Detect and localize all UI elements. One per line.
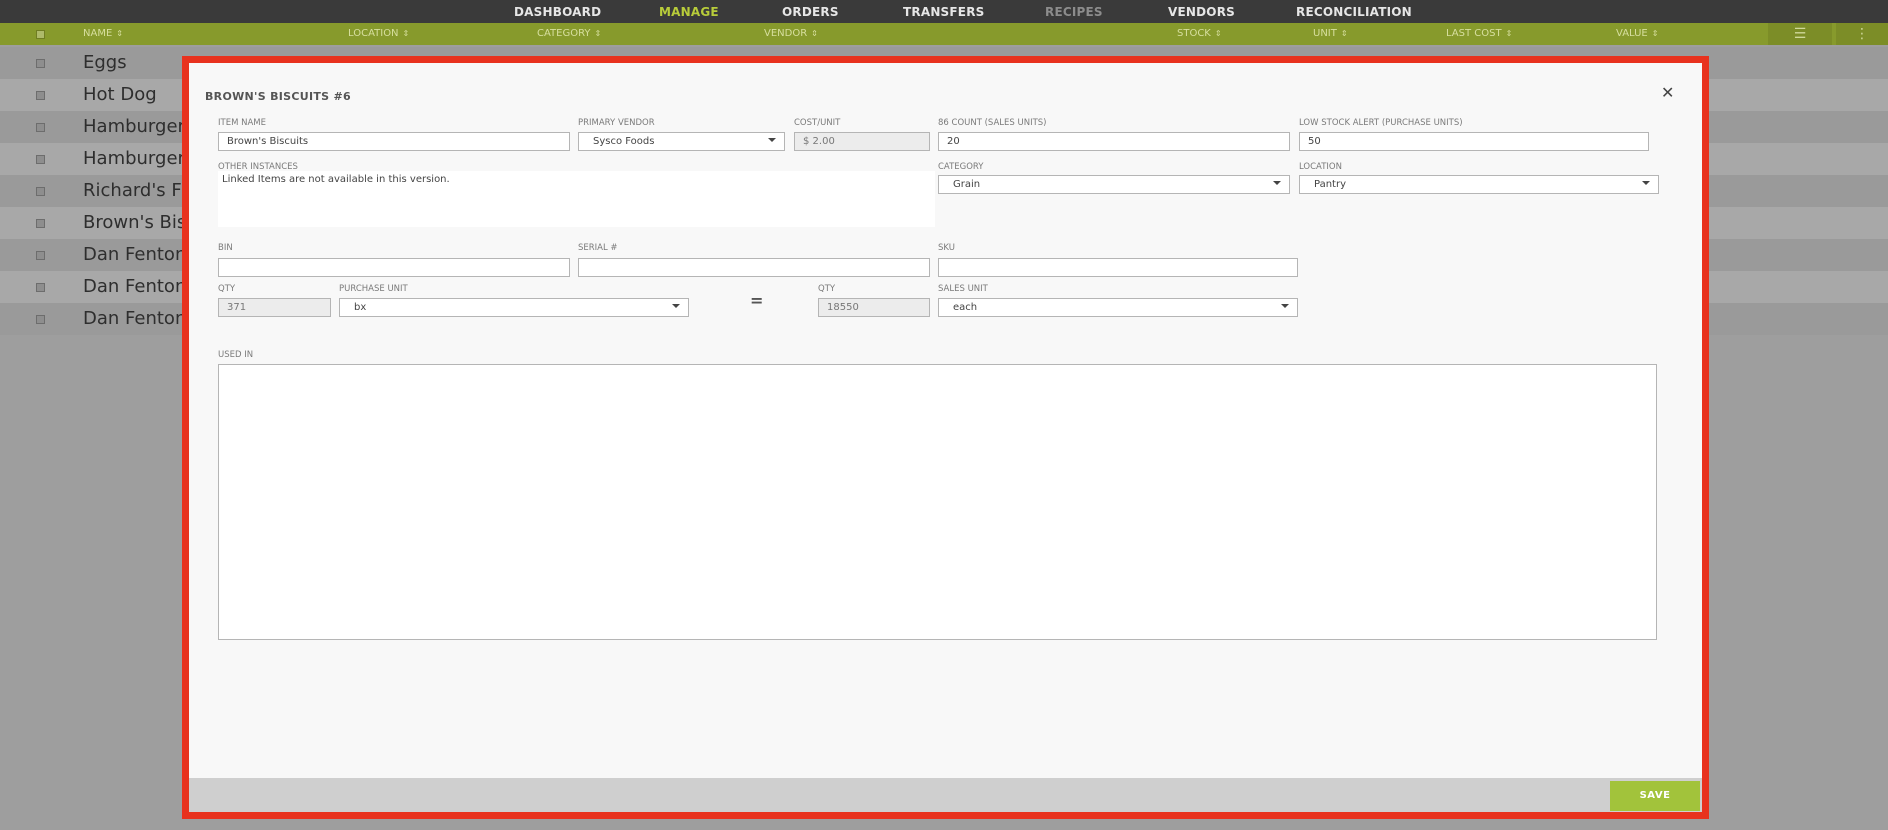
close-icon[interactable]: ✕ xyxy=(1661,83,1674,102)
item-name-input[interactable] xyxy=(218,132,570,151)
cost-unit-label: COST/UNIT xyxy=(794,118,841,128)
sort-icon: ⇕ xyxy=(1651,29,1659,38)
other-instances-box: Linked Items are not available in this v… xyxy=(218,171,935,227)
nav-dashboard[interactable]: DASHBOARD xyxy=(514,5,601,19)
row-name: Hot Dog xyxy=(83,84,157,105)
column-last-cost[interactable]: LAST COST ⇕ xyxy=(1446,28,1512,39)
cost-unit-field xyxy=(794,132,930,151)
row-name: Eggs xyxy=(83,52,127,73)
row-checkbox[interactable] xyxy=(36,123,45,132)
row-checkbox[interactable] xyxy=(36,315,45,324)
count86-input[interactable] xyxy=(938,132,1290,151)
category-select[interactable]: Grain xyxy=(938,175,1290,194)
nav-vendors[interactable]: VENDORS xyxy=(1168,5,1235,19)
purchase-unit-select[interactable]: bx xyxy=(339,298,689,317)
row-name: Dan Fenton' xyxy=(83,276,192,297)
row-checkbox[interactable] xyxy=(36,91,45,100)
column-name[interactable]: NAME ⇕ xyxy=(83,28,123,39)
nav-manage[interactable]: MANAGE xyxy=(659,5,719,19)
location-select[interactable]: Pantry xyxy=(1299,175,1659,194)
column-value[interactable]: VALUE ⇕ xyxy=(1616,28,1658,39)
primary-vendor-select[interactable]: Sysco Foods xyxy=(578,132,785,151)
sort-icon: ⇕ xyxy=(594,29,602,38)
select-all-checkbox[interactable] xyxy=(36,30,45,39)
column-category[interactable]: CATEGORY ⇕ xyxy=(537,28,601,39)
row-checkbox[interactable] xyxy=(36,187,45,196)
purchase-unit-label: PURCHASE UNIT xyxy=(339,284,408,294)
top-nav: DASHBOARD MANAGE ORDERS TRANSFERS RECIPE… xyxy=(0,0,1888,23)
equals-sign: = xyxy=(750,291,764,310)
row-checkbox[interactable] xyxy=(36,283,45,292)
more-options-icon[interactable]: ⋮ xyxy=(1836,23,1888,45)
sort-icon: ⇕ xyxy=(1214,29,1222,38)
bin-input[interactable] xyxy=(218,258,570,277)
sku-label: SKU xyxy=(938,243,955,253)
used-in-list[interactable] xyxy=(218,364,1657,640)
item-name-label: ITEM NAME xyxy=(218,118,266,128)
used-in-label: USED IN xyxy=(218,350,254,360)
nav-orders[interactable]: ORDERS xyxy=(782,5,839,19)
sort-icon: ⇕ xyxy=(402,29,410,38)
row-name: Dan Fenton' xyxy=(83,244,192,265)
row-checkbox[interactable] xyxy=(36,219,45,228)
item-detail-modal-frame: BROWN'S BISCUITS #6 ✕ ITEM NAME PRIMARY … xyxy=(182,56,1709,819)
count86-label: 86 COUNT (SALES UNITS) xyxy=(938,118,1047,128)
sort-icon: ⇕ xyxy=(811,29,818,38)
nav-transfers[interactable]: TRANSFERS xyxy=(903,5,984,19)
low-stock-label: LOW STOCK ALERT (PURCHASE UNITS) xyxy=(1299,118,1463,128)
chevron-down-icon xyxy=(672,304,680,308)
row-name: Dan Fenton' xyxy=(83,308,192,329)
sort-icon: ⇕ xyxy=(1505,29,1513,38)
row-name: Hamburger xyxy=(83,116,185,137)
sort-icon: ⇕ xyxy=(1340,29,1348,38)
column-unit[interactable]: UNIT ⇕ xyxy=(1313,28,1348,39)
row-name: Brown's Bisc xyxy=(83,212,197,233)
qty2-field xyxy=(818,298,930,317)
category-label: CATEGORY xyxy=(938,162,984,172)
modal-title: BROWN'S BISCUITS #6 xyxy=(205,90,351,103)
chevron-down-icon xyxy=(1642,181,1650,185)
nav-recipes[interactable]: RECIPES xyxy=(1045,5,1103,19)
serial-input[interactable] xyxy=(578,258,930,277)
qty-field xyxy=(218,298,331,317)
item-detail-modal: BROWN'S BISCUITS #6 ✕ ITEM NAME PRIMARY … xyxy=(189,63,1702,812)
row-name: Richard's Fin xyxy=(83,180,197,201)
qty-label: QTY xyxy=(218,284,236,294)
column-location[interactable]: LOCATION ⇕ xyxy=(348,28,409,39)
modal-footer: SAVE xyxy=(189,778,1702,812)
low-stock-input[interactable] xyxy=(1299,132,1649,151)
chevron-down-icon xyxy=(1273,181,1281,185)
serial-label: SERIAL # xyxy=(578,243,618,253)
sales-unit-select[interactable]: each xyxy=(938,298,1298,317)
filter-icon[interactable]: ☰ xyxy=(1768,23,1832,45)
qty2-label: QTY xyxy=(818,284,836,294)
row-checkbox[interactable] xyxy=(36,251,45,260)
column-stock[interactable]: STOCK ⇕ xyxy=(1177,28,1222,39)
table-header: NAME ⇕ LOCATION ⇕ CATEGORY ⇕ VENDOR ⇕ STOCK ⇕… xyxy=(0,23,1888,45)
location-label: LOCATION xyxy=(1299,162,1342,172)
save-button[interactable]: SAVE xyxy=(1610,781,1700,811)
nav-reconciliation[interactable]: RECONCILIATION xyxy=(1296,5,1412,19)
row-checkbox[interactable] xyxy=(36,155,45,164)
sku-input[interactable] xyxy=(938,258,1298,277)
sort-icon: ⇕ xyxy=(116,29,123,38)
column-vendor[interactable]: VENDOR ⇕ xyxy=(764,28,818,39)
bin-label: BIN xyxy=(218,243,233,253)
row-name: Hamburger xyxy=(83,148,185,169)
primary-vendor-label: PRIMARY VENDOR xyxy=(578,118,655,128)
row-checkbox[interactable] xyxy=(36,59,45,68)
chevron-down-icon xyxy=(1281,304,1289,308)
chevron-down-icon xyxy=(768,138,776,142)
sales-unit-label: SALES UNIT xyxy=(938,284,988,294)
